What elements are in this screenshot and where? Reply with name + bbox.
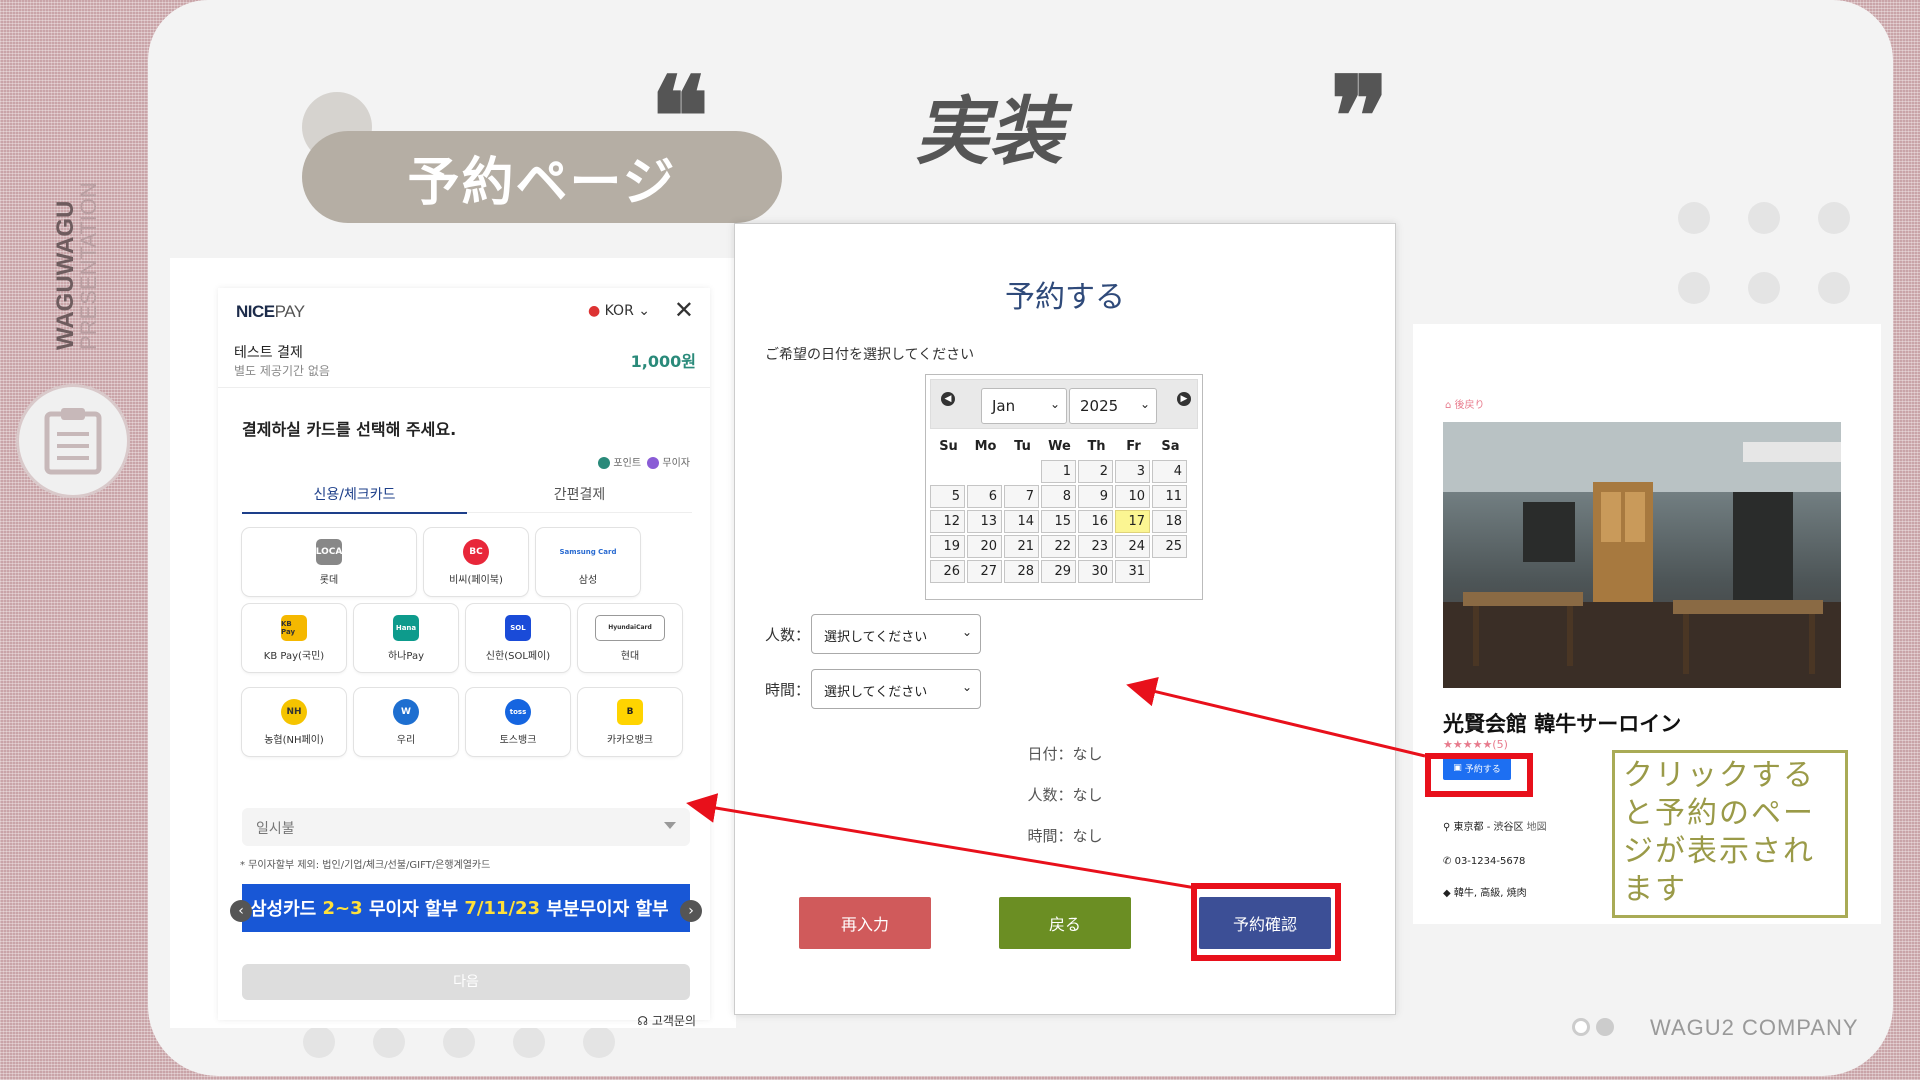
- annotation-arrows: [686, 676, 1426, 890]
- arrow-to-time-select: [1126, 676, 1426, 758]
- arrow-to-installment: [686, 793, 1197, 890]
